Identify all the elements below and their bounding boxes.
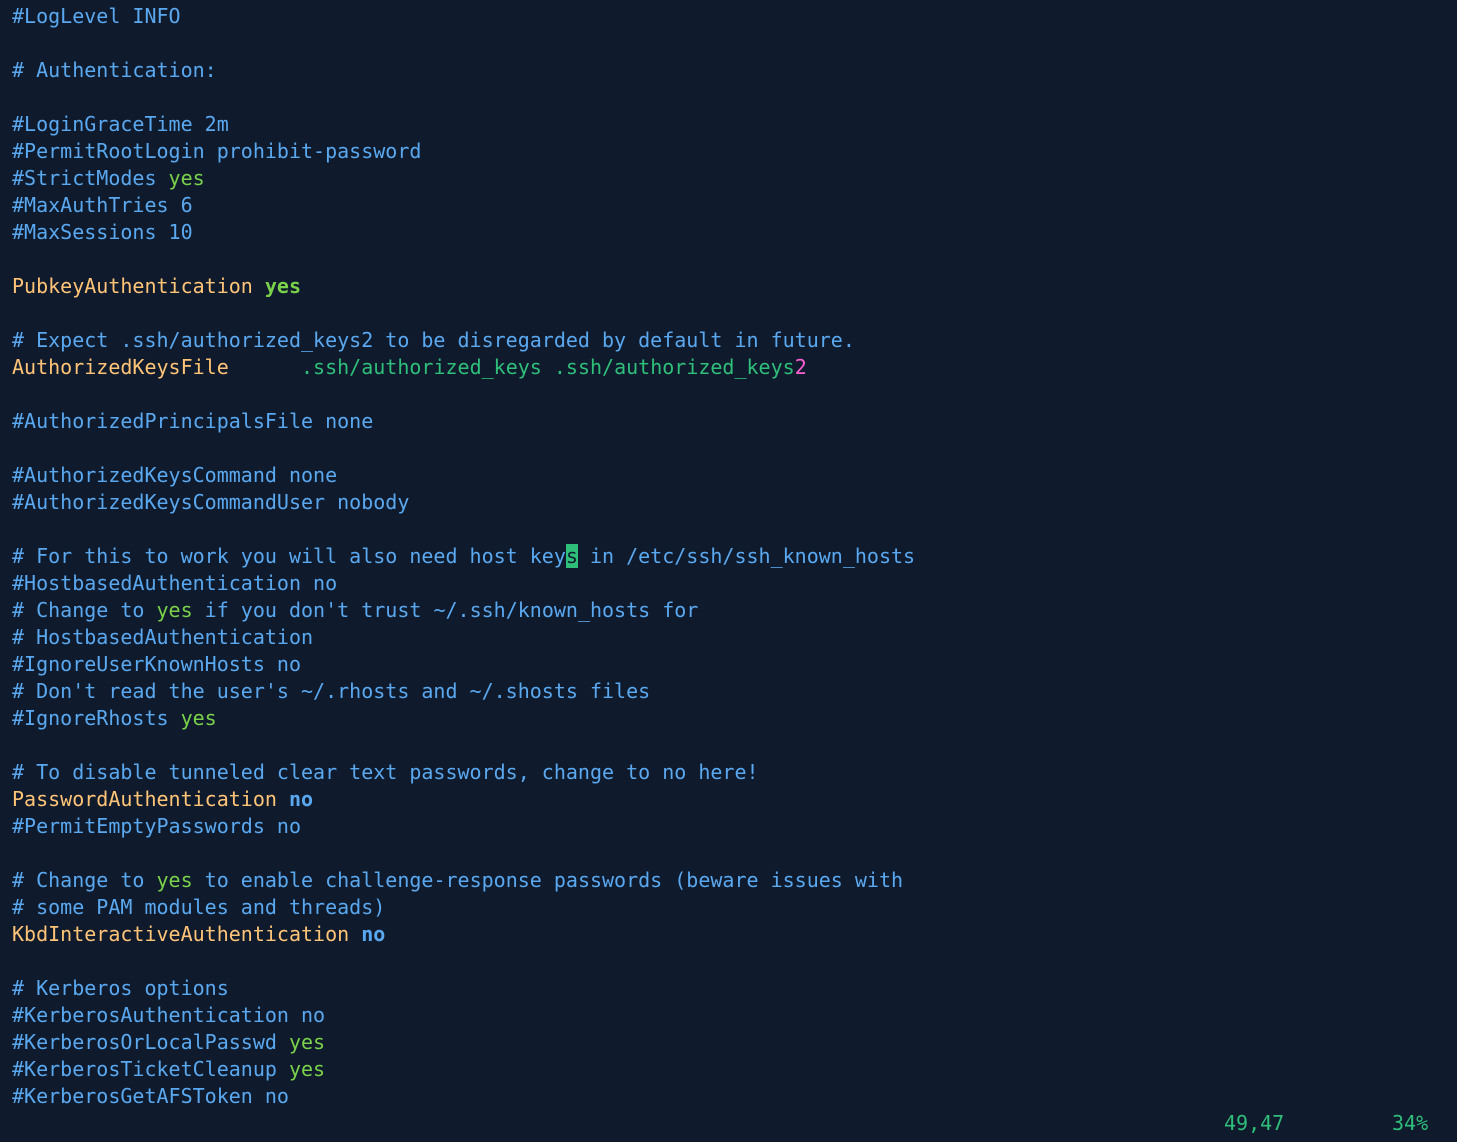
text-editor[interactable]: #LogLevel INFO # Authentication: #LoginGra… (0, 0, 1457, 1142)
editor-line[interactable]: # Expect .ssh/authorized_keys2 to be dis… (12, 327, 1457, 354)
editor-line[interactable]: AuthorizedKeysFile .ssh/authorized_keys … (12, 354, 1457, 381)
comment-text: #AuthorizedKeysCommand none (12, 463, 338, 487)
editor-line[interactable]: # Don't read the user's ~/.rhosts and ~/… (12, 678, 1457, 705)
editor-line[interactable] (12, 840, 1457, 867)
comment-text: #PermitRootLogin prohibit-password (12, 139, 422, 163)
keyword-yes: yes (288, 1057, 326, 1081)
editor-line[interactable]: # Kerberos options (12, 975, 1457, 1002)
editor-line[interactable] (12, 300, 1457, 327)
editor-line[interactable]: #LoginGraceTime 2m (12, 111, 1457, 138)
editor-line[interactable]: KbdInteractiveAuthentication no (12, 921, 1457, 948)
cursor-position: 49,47 (1224, 1111, 1285, 1135)
value-no: no (288, 787, 314, 811)
comment-text: # To disable tunneled clear text passwor… (12, 760, 759, 784)
comment-text: #IgnoreRhosts (12, 706, 181, 730)
comment-text: #IgnoreUserKnownHosts no (12, 652, 301, 676)
comment-text: #LoginGraceTime 2m (12, 112, 229, 136)
path-value: .ssh/authorized_keys .ssh/authorized_key… (301, 355, 795, 379)
comment-text: # Don't read the user's ~/.rhosts and ~/… (12, 679, 651, 703)
comment-text: # HostbasedAuthentication (12, 625, 314, 649)
editor-line[interactable]: #AuthorizedPrincipalsFile none (12, 408, 1457, 435)
comment-text: in /etc/ssh/ssh_known_hosts (577, 544, 916, 568)
comment-text: #AuthorizedPrincipalsFile none (12, 409, 374, 433)
comment-text: to enable challenge-response passwords (… (192, 868, 904, 892)
comment-text: # Change to (12, 868, 157, 892)
editor-line[interactable] (12, 381, 1457, 408)
editor-line[interactable]: #KerberosGetAFSToken no (12, 1083, 1457, 1110)
editor-line[interactable]: #IgnoreRhosts yes (12, 705, 1457, 732)
config-directive: KbdInteractiveAuthentication (12, 922, 350, 946)
config-directive: PubkeyAuthentication (12, 274, 253, 298)
comment-text: if you don't trust ~/.ssh/known_hosts fo… (192, 598, 699, 622)
editor-line[interactable]: # Change to yes to enable challenge-resp… (12, 867, 1457, 894)
keyword-yes: yes (156, 598, 193, 622)
editor-line[interactable]: # Authentication: (12, 57, 1457, 84)
value-yes: yes (264, 274, 301, 298)
config-directive: PasswordAuthentication (12, 787, 277, 811)
editor-line[interactable]: #AuthorizedKeysCommandUser nobody (12, 489, 1457, 516)
comment-text: #MaxAuthTries 6 (12, 193, 193, 217)
comment-text: #LogLevel (12, 4, 133, 28)
editor-line[interactable]: PubkeyAuthentication yes (12, 273, 1457, 300)
editor-line[interactable]: # HostbasedAuthentication (12, 624, 1457, 651)
editor-line[interactable]: #PermitEmptyPasswords no (12, 813, 1457, 840)
editor-line[interactable]: # For this to work you will also need ho… (12, 543, 1457, 570)
editor-buffer[interactable]: #LogLevel INFO # Authentication: #LoginGra… (12, 3, 1457, 1110)
editor-line[interactable]: #KerberosAuthentication no (12, 1002, 1457, 1029)
comment-text: #KerberosAuthentication no (12, 1003, 326, 1027)
editor-line[interactable]: #KerberosOrLocalPasswd yes (12, 1029, 1457, 1056)
comment-text: # For this to work you will also need ho… (12, 544, 566, 568)
keyword-yes: yes (180, 706, 217, 730)
editor-line[interactable]: #HostbasedAuthentication no (12, 570, 1457, 597)
editor-line[interactable] (12, 84, 1457, 111)
keyword-yes: yes (156, 868, 193, 892)
editor-line[interactable]: # Change to yes if you don't trust ~/.ss… (12, 597, 1457, 624)
scroll-percent: 34% (1392, 1111, 1429, 1135)
comment-text: #StrictModes (12, 166, 169, 190)
editor-line[interactable]: # To disable tunneled clear text passwor… (12, 759, 1457, 786)
editor-line[interactable]: #LogLevel INFO (12, 3, 1457, 30)
editor-line[interactable] (12, 246, 1457, 273)
editor-line[interactable]: #MaxAuthTries 6 (12, 192, 1457, 219)
comment-text: INFO (132, 4, 181, 28)
comment-text: #KerberosGetAFSToken no (12, 1084, 289, 1108)
editor-line[interactable]: #KerberosTicketCleanup yes (12, 1056, 1457, 1083)
comment-text: # some PAM modules and threads) (12, 895, 386, 919)
editor-line[interactable]: #PermitRootLogin prohibit-password (12, 138, 1457, 165)
editor-line[interactable]: #IgnoreUserKnownHosts no (12, 651, 1457, 678)
editor-line[interactable]: # some PAM modules and threads) (12, 894, 1457, 921)
editor-line[interactable]: #StrictModes yes (12, 165, 1457, 192)
comment-text: #KerberosOrLocalPasswd (12, 1030, 289, 1054)
editor-line[interactable] (12, 948, 1457, 975)
comment-text: # Change to (12, 598, 157, 622)
comment-text: # Authentication: (12, 58, 217, 82)
editor-line[interactable]: PasswordAuthentication no (12, 786, 1457, 813)
comment-text: # Kerberos options (12, 976, 229, 1000)
path-suffix: 2 (794, 355, 807, 379)
comment-text: #KerberosTicketCleanup (12, 1057, 289, 1081)
comment-text: #AuthorizedKeysCommandUser nobody (12, 490, 410, 514)
comment-text: # Expect .ssh/authorized_keys2 to be dis… (12, 328, 855, 352)
keyword-yes: yes (288, 1030, 326, 1054)
keyword-yes: yes (168, 166, 205, 190)
editor-line[interactable]: #AuthorizedKeysCommand none (12, 462, 1457, 489)
value-no: no (361, 922, 386, 946)
text-cursor: s (565, 544, 578, 568)
comment-text: #MaxSessions 10 (12, 220, 193, 244)
comment-text: #PermitEmptyPasswords no (12, 814, 301, 838)
editor-line[interactable] (12, 435, 1457, 462)
editor-line[interactable] (12, 516, 1457, 543)
editor-line[interactable] (12, 732, 1457, 759)
editor-line[interactable] (12, 30, 1457, 57)
config-directive: AuthorizedKeysFile (12, 355, 229, 379)
comment-text: #HostbasedAuthentication no (12, 571, 338, 595)
editor-line[interactable]: #MaxSessions 10 (12, 219, 1457, 246)
